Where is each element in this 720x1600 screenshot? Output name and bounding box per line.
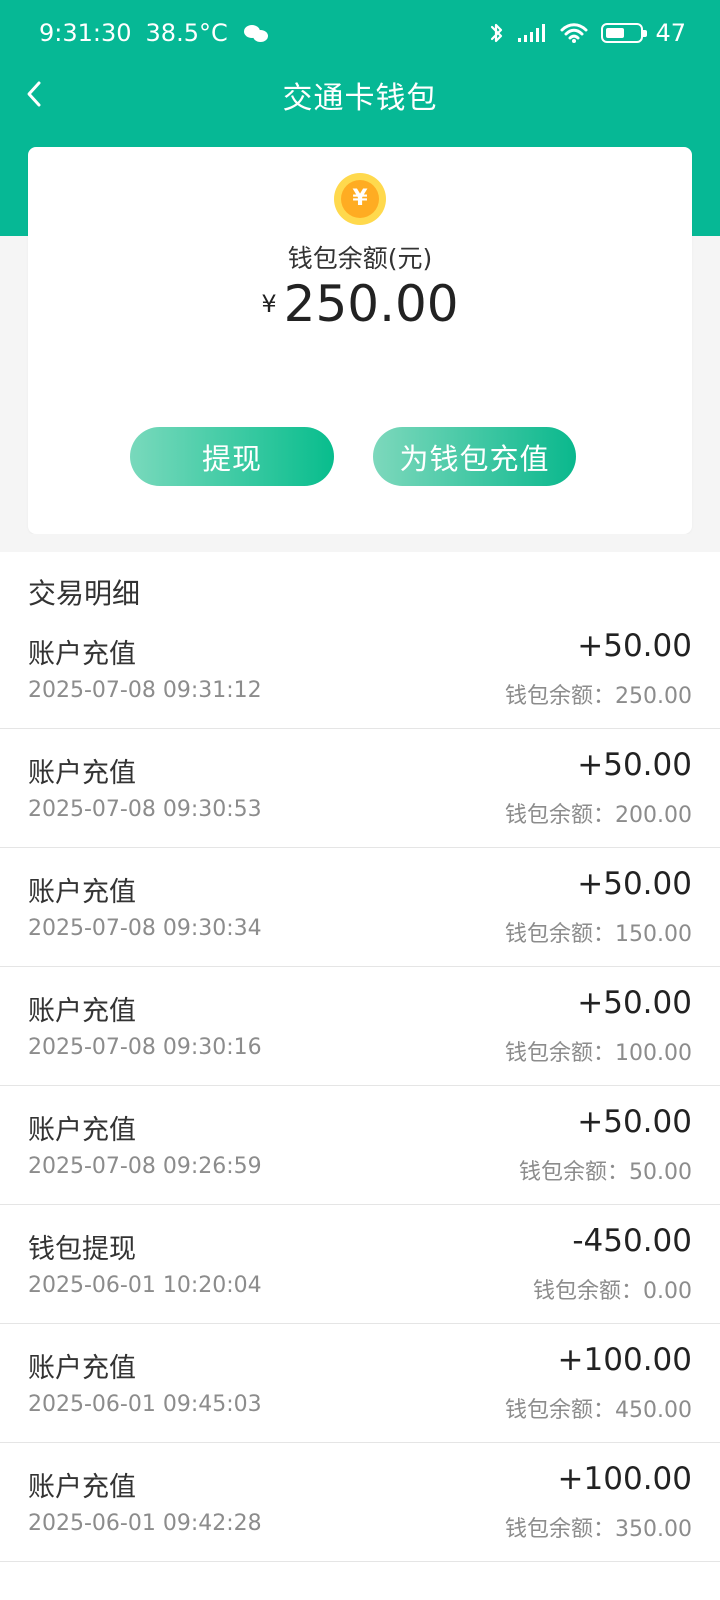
- balance-value: 250.00: [615, 684, 692, 709]
- status-bar: 9:31:30 38.5°C 47: [0, 0, 720, 66]
- balance-value: 450.00: [615, 1398, 692, 1423]
- transaction-balance: 钱包余额：100.00: [505, 1035, 692, 1067]
- status-right: 47: [489, 19, 686, 47]
- currency-symbol: ¥: [261, 290, 277, 318]
- transaction-type: 账户充值: [28, 758, 136, 789]
- transaction-balance: 钱包余额：50.00: [519, 1154, 692, 1186]
- transaction-amount: +100.00: [557, 1342, 692, 1378]
- wechat-icon: [243, 23, 270, 43]
- transaction-time: 2025-07-08 09:31:12: [28, 678, 262, 703]
- status-left: 9:31:30 38.5°C: [39, 19, 270, 47]
- transaction-balance: 钱包余额：250.00: [505, 678, 692, 710]
- transaction-time: 2025-06-01 10:20:04: [28, 1273, 262, 1298]
- wallet-balance-value: ¥250.00: [28, 275, 692, 333]
- transaction-row[interactable]: 账户充值 2025-06-01 09:42:28 +100.00 钱包余额：35…: [0, 1443, 720, 1562]
- balance-prefix: 钱包余额：: [505, 684, 616, 709]
- wifi-icon: [560, 23, 588, 43]
- yuan-icon: ¥: [341, 180, 379, 218]
- transaction-type: 账户充值: [28, 877, 136, 908]
- balance-prefix: 钱包余额：: [505, 1517, 616, 1542]
- transaction-section-title: 交易明细: [28, 577, 141, 610]
- transaction-balance: 钱包余额：150.00: [505, 916, 692, 948]
- page-title: 交通卡钱包: [282, 81, 438, 116]
- status-temperature: 38.5°C: [145, 19, 228, 47]
- balance-value: 350.00: [615, 1517, 692, 1542]
- transaction-balance: 钱包余额：0.00: [533, 1273, 692, 1305]
- transaction-time: 2025-06-01 09:45:03: [28, 1392, 262, 1417]
- transaction-time: 2025-07-08 09:26:59: [28, 1154, 262, 1179]
- wallet-balance-card: ¥ 钱包余额(元) ¥250.00 提现 为钱包充值: [28, 147, 692, 534]
- transaction-amount: +50.00: [577, 866, 692, 902]
- transaction-amount: +50.00: [577, 1104, 692, 1140]
- recharge-wallet-button[interactable]: 为钱包充值: [373, 427, 576, 486]
- transaction-amount: -450.00: [572, 1223, 692, 1259]
- balance-value: 100.00: [615, 1041, 692, 1066]
- bluetooth-icon: [491, 23, 503, 43]
- transaction-row[interactable]: 账户充值 2025-07-08 09:30:16 +50.00 钱包余额：100…: [0, 967, 720, 1086]
- balance-value: 0.00: [643, 1279, 692, 1304]
- balance-prefix: 钱包余额：: [505, 803, 616, 828]
- balance-prefix: 钱包余额：: [505, 1398, 616, 1423]
- transaction-row[interactable]: 钱包提现 2025-06-01 10:20:04 -450.00 钱包余额：0.…: [0, 1205, 720, 1324]
- balance-prefix: 钱包余额：: [533, 1279, 644, 1304]
- coin-icon: ¥: [334, 173, 386, 225]
- transaction-time: 2025-07-08 09:30:34: [28, 916, 262, 941]
- navigation-header: 交通卡钱包: [0, 66, 720, 124]
- chevron-left-icon: [27, 81, 41, 107]
- balance-value: 150.00: [615, 922, 692, 947]
- transaction-balance: 钱包余额：200.00: [505, 797, 692, 829]
- transaction-amount: +100.00: [557, 1461, 692, 1497]
- back-button[interactable]: [12, 72, 56, 116]
- section-divider: [0, 534, 720, 552]
- transit-card-wallet-screen: 9:31:30 38.5°C 47 交通卡钱包 ¥ 钱包余额(元) ¥ 250.…: [0, 0, 720, 1600]
- transaction-time: 2025-06-01 09:42:28: [28, 1511, 262, 1536]
- balance-prefix: 钱包余额：: [505, 1041, 616, 1066]
- transaction-type: 账户充值: [28, 1472, 136, 1503]
- transaction-type: 账户充值: [28, 996, 136, 1027]
- wallet-balance-amount: 250.00: [283, 275, 459, 333]
- transaction-amount: +50.00: [577, 628, 692, 664]
- balance-prefix: 钱包余额：: [519, 1160, 630, 1185]
- status-time: 9:31:30: [39, 19, 132, 47]
- transaction-row[interactable]: 账户充值 2025-07-08 09:30:34 +50.00 钱包余额：150…: [0, 848, 720, 967]
- transaction-row[interactable]: 账户充值 2025-07-08 09:30:53 +50.00 钱包余额：200…: [0, 729, 720, 848]
- transaction-amount: +50.00: [577, 985, 692, 1021]
- wallet-balance-label: 钱包余额(元): [287, 244, 433, 273]
- battery-icon: [601, 23, 648, 43]
- transaction-list: 账户充值 2025-07-08 09:31:12 +50.00 钱包余额：250…: [0, 610, 720, 1562]
- transaction-time: 2025-07-08 09:30:16: [28, 1035, 262, 1060]
- signal-icon: [518, 24, 546, 42]
- transaction-amount: +50.00: [577, 747, 692, 783]
- balance-prefix: 钱包余额：: [505, 922, 616, 947]
- transaction-row[interactable]: 账户充值 2025-07-08 09:26:59 +50.00 钱包余额：50.…: [0, 1086, 720, 1205]
- withdraw-button[interactable]: 提现: [130, 427, 334, 486]
- transaction-panel: 交易明细 账户充值 2025-07-08 09:31:12 +50.00 钱包余…: [0, 552, 720, 1600]
- battery-level: 47: [655, 19, 686, 47]
- transaction-row[interactable]: 账户充值 2025-07-08 09:31:12 +50.00 钱包余额：250…: [0, 610, 720, 729]
- balance-value: 200.00: [615, 803, 692, 828]
- balance-value: 50.00: [629, 1160, 692, 1185]
- transaction-row[interactable]: 账户充值 2025-06-01 09:45:03 +100.00 钱包余额：45…: [0, 1324, 720, 1443]
- transaction-type: 账户充值: [28, 1353, 136, 1384]
- transaction-type: 钱包提现: [28, 1234, 136, 1265]
- transaction-balance: 钱包余额：450.00: [505, 1392, 692, 1424]
- transaction-time: 2025-07-08 09:30:53: [28, 797, 262, 822]
- transaction-type: 账户充值: [28, 639, 136, 670]
- transaction-balance: 钱包余额：350.00: [505, 1511, 692, 1543]
- transaction-type: 账户充值: [28, 1115, 136, 1146]
